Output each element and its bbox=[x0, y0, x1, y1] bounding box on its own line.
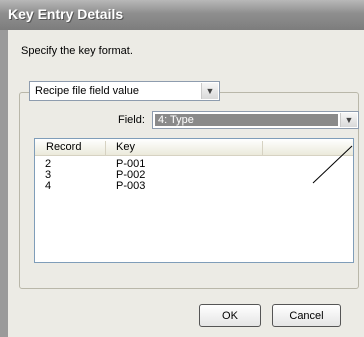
column-header-record[interactable]: Record bbox=[35, 141, 106, 155]
list-row[interactable]: 4 P-003 bbox=[35, 180, 353, 192]
key-entry-dialog: Key Entry Details Specify the key format… bbox=[0, 0, 364, 337]
column-header-key[interactable]: Key bbox=[106, 141, 263, 155]
ok-button[interactable]: OK bbox=[199, 304, 261, 327]
chevron-down-icon[interactable]: ▼ bbox=[340, 113, 357, 127]
list-header: Record Key bbox=[35, 139, 353, 156]
dialog-title: Key Entry Details bbox=[8, 6, 124, 22]
cancel-button[interactable]: Cancel bbox=[272, 304, 341, 327]
window-border bbox=[0, 30, 8, 337]
field-label: Field: bbox=[118, 114, 145, 126]
chevron-down-icon[interactable]: ▼ bbox=[201, 83, 218, 99]
title-bar[interactable]: Key Entry Details bbox=[0, 0, 364, 30]
field-select[interactable]: 4: Type ▼ bbox=[152, 111, 359, 129]
key-format-value: Recipe file field value bbox=[35, 85, 139, 97]
key-format-select[interactable]: Recipe file field value ▼ bbox=[29, 81, 220, 101]
record-key-list[interactable]: Record Key 2 P-001 3 P-002 4 P-003 bbox=[34, 138, 354, 263]
key-cell: P-003 bbox=[116, 180, 146, 192]
field-value: 4: Type bbox=[155, 114, 338, 126]
record-cell: 4 bbox=[45, 180, 52, 192]
instruction-text: Specify the key format. bbox=[21, 45, 133, 57]
